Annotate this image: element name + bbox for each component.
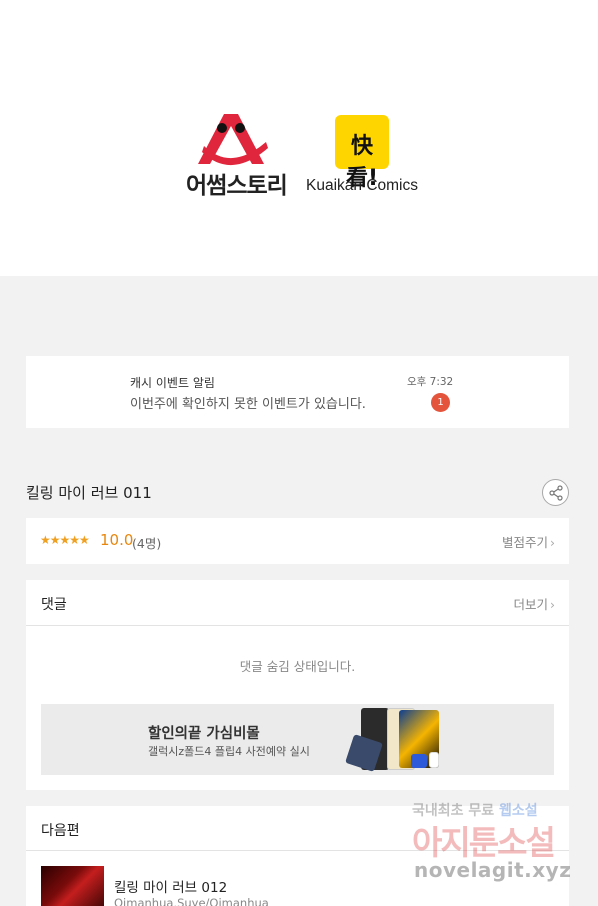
comment-title: 댓글 xyxy=(41,597,67,613)
rating-count: (4명) xyxy=(132,536,162,551)
kuaikan-logo-icon: 快看! xyxy=(335,115,389,191)
rating-card: ★★★★★ 10.0 (4명) 별점주기 › xyxy=(26,518,569,564)
comment-more-button[interactable]: 더보기 › xyxy=(513,594,555,613)
comment-more-label: 더보기 xyxy=(513,597,548,612)
chevron-right-icon: › xyxy=(550,597,555,612)
rating-stars-icon: ★★★★★ xyxy=(40,533,90,547)
notification-title: 캐시 이벤트 알림 xyxy=(130,376,215,390)
site-watermark: 국내최초 무료 웹소설 아지툰소설 novelagit.xyz xyxy=(412,800,598,906)
ad-banner[interactable]: 할인의끝 가심비몰 갤럭시z폴드4 플립4 사전예약 실시 xyxy=(41,704,554,775)
kuaikan-logo-text: Kuaikan Comics xyxy=(306,177,418,194)
comment-hidden-message: 댓글 숨김 상태입니다. xyxy=(239,659,356,674)
comment-header: 댓글 더보기 › xyxy=(26,580,569,626)
episode-title: 킬링 마이 러브 011 xyxy=(26,484,152,502)
notification-time: 오후 7:32 xyxy=(407,376,454,388)
comment-section: 댓글 더보기 › 댓글 숨김 상태입니다. 할인의끝 가심비몰 갤럭시z폴드4 플… xyxy=(26,580,569,790)
notification-badge: 1 xyxy=(431,393,450,412)
notification-message: 이번주에 확인하지 못한 이벤트가 있습니다. xyxy=(130,397,366,412)
rate-button[interactable]: 별점주기 › xyxy=(502,532,555,551)
ad-title: 할인의끝 가심비몰 xyxy=(148,726,260,742)
watermark-line2: 아지툰소설 xyxy=(412,823,556,862)
chevron-right-icon: › xyxy=(550,535,555,550)
share-icon xyxy=(549,485,563,501)
next-episode-header-title: 다음편 xyxy=(41,823,80,839)
ad-subtitle: 갤럭시z폴드4 플립4 사전예약 실시 xyxy=(148,745,310,758)
event-notification[interactable]: 캐시 이벤트 알림 이번주에 확인하지 못한 이벤트가 있습니다. 오후 7:3… xyxy=(26,356,569,428)
rate-button-label: 별점주기 xyxy=(501,535,548,550)
next-episode-thumbnail[interactable] xyxy=(41,866,104,906)
rating-value: 10.0 xyxy=(100,531,134,549)
next-episode-author: Qimanhua,Suye/Qimanhua xyxy=(114,896,269,906)
watermark-line3: novelagit.xyz xyxy=(414,858,572,882)
next-episode-title[interactable]: 킬링 마이 러브 012 xyxy=(114,876,227,896)
partner-banner: 어썸스토리 快看! Kuaikan Comics xyxy=(0,0,598,276)
awesome-story-logo-text: 어썸스토리 xyxy=(186,172,288,198)
share-button[interactable] xyxy=(542,479,569,506)
